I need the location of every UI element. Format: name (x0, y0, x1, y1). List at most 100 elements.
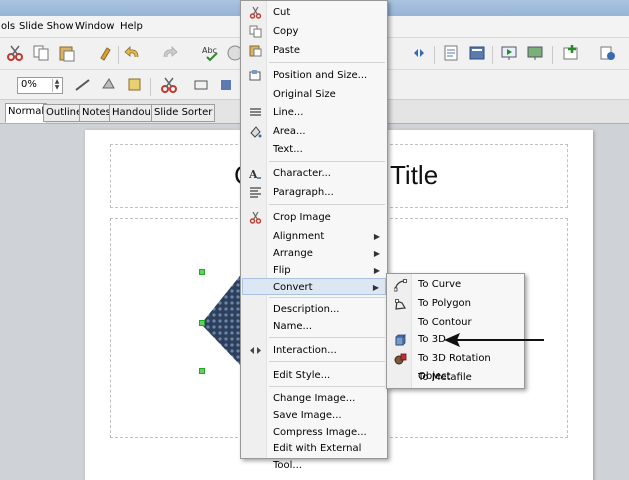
document-icon[interactable] (442, 44, 460, 62)
area-fill-icon (250, 126, 262, 138)
undo-icon[interactable] (124, 44, 142, 62)
menu-item-label: Description... (273, 304, 340, 315)
character-icon: A (249, 168, 261, 180)
crop-tool-icon[interactable] (160, 76, 178, 94)
menu-item-compress-image[interactable]: Compress Image... (242, 424, 386, 441)
menu-item-convert[interactable]: Convert ▶ (242, 278, 386, 295)
to-polygon-icon (395, 299, 406, 310)
submenu-item-to-polygon[interactable]: To Polygon (388, 295, 523, 313)
menu-item-edit-external-tool[interactable]: Edit with External Tool... (242, 440, 386, 471)
submenu-item-label: To Polygon (418, 298, 471, 309)
submenu-arrow-icon: ▶ (373, 249, 380, 258)
to-3d-icon (395, 334, 406, 346)
menu-item-label: Edit with External Tool... (273, 443, 362, 471)
interaction-icon (250, 347, 261, 354)
copy-icon[interactable] (32, 44, 50, 62)
submenu-item-to-metafile[interactable]: To Metafile (388, 369, 523, 387)
menu-item-label: Area... (273, 126, 306, 137)
paragraph-icon (250, 187, 261, 198)
paste-icon[interactable] (58, 44, 76, 62)
align-icon[interactable] (218, 76, 236, 94)
menu-item-character[interactable]: A Character... (242, 165, 386, 182)
submenu-arrow-icon: ▶ (372, 283, 379, 292)
menu-item-change-image[interactable]: Change Image... (242, 390, 386, 407)
transformations-icon[interactable] (192, 76, 210, 94)
menu-item-label: Name... (273, 321, 313, 332)
menu-item-label: Alignment (273, 231, 325, 242)
submenu-item-label: To Curve (418, 279, 462, 290)
submenu-item-to-curve[interactable]: To Curve (388, 276, 523, 294)
position-size-icon (249, 70, 261, 81)
new-slide-icon[interactable] (562, 44, 580, 62)
menu-item-description[interactable]: Description... (242, 301, 386, 318)
selection-handle-top-left[interactable] (199, 269, 205, 275)
menu-item-position-size[interactable]: Position and Size... (242, 67, 386, 84)
area-style-icon[interactable] (100, 76, 118, 94)
menu-item-text[interactable]: Text... (242, 141, 386, 158)
menu-item-label: Original Size (273, 89, 336, 100)
menu-window[interactable]: Window (75, 21, 114, 32)
menu-item-line[interactable]: Line... (242, 104, 386, 121)
start-slideshow-icon[interactable] (500, 44, 518, 62)
menu-item-label: Edit Style... (273, 370, 331, 381)
menu-item-paragraph[interactable]: Paragraph... (242, 184, 386, 201)
slide-title-right: Title (390, 160, 439, 190)
menu-item-arrange[interactable]: Arrange ▶ (242, 245, 386, 262)
svg-text:Abc: Abc (202, 46, 217, 55)
shadow-icon[interactable] (126, 76, 144, 94)
menu-item-name[interactable]: Name... (242, 318, 386, 335)
menu-item-original-size[interactable]: Original Size (242, 86, 386, 103)
menu-item-crop-image[interactable]: Crop Image (242, 209, 386, 226)
redo-icon[interactable] (160, 44, 178, 62)
selection-handle-bottom-left[interactable] (199, 368, 205, 374)
menu-item-area[interactable]: Area... (242, 123, 386, 140)
submenu-arrow-icon: ▶ (373, 266, 380, 275)
to-curve-icon (394, 279, 407, 292)
line-style-icon[interactable] (74, 76, 92, 94)
svg-text:A: A (249, 168, 258, 180)
submenu-item-to-3d-rotation[interactable]: To 3D Rotation Object (388, 350, 523, 382)
menu-slide-show[interactable]: Slide Show (19, 21, 74, 32)
line-icon (250, 108, 261, 116)
menu-item-edit-style[interactable]: Edit Style... (242, 367, 386, 384)
menu-item-paste[interactable]: Paste (242, 42, 386, 59)
presenter-icon[interactable] (526, 44, 544, 62)
submenu-arrow-icon: ▶ (373, 232, 380, 241)
scissors-icon (249, 6, 262, 19)
to-3d-rotation-icon (394, 353, 407, 365)
menu-item-cut[interactable]: Cut (242, 4, 386, 21)
submenu-item-label: To Metafile (418, 372, 472, 383)
menu-tools[interactable]: ols (1, 21, 15, 32)
link-icon[interactable] (410, 44, 428, 62)
menu-item-label: Position and Size... (273, 70, 368, 81)
zoom-field[interactable]: 0% ▲ ▼ (17, 77, 63, 94)
menu-item-label: Paste (273, 45, 300, 56)
menu-item-alignment[interactable]: Alignment ▶ (242, 228, 386, 245)
menu-item-interaction[interactable]: Interaction... (242, 342, 386, 359)
tab-normal[interactable]: Normal (5, 103, 48, 123)
spellcheck-icon[interactable]: Abc (202, 44, 220, 62)
menu-item-label: Arrange (273, 248, 313, 259)
paste-icon (249, 45, 262, 57)
context-menu: Cut Copy Paste Position and Size... Orig… (240, 0, 388, 471)
menu-item-flip[interactable]: Flip ▶ (242, 262, 386, 279)
duplicate-slide-icon[interactable] (598, 44, 616, 62)
tab-slide-sorter[interactable]: Slide Sorter (151, 104, 216, 122)
zoom-spinner[interactable]: ▲ ▼ (52, 79, 61, 92)
selection-handle-middle-left[interactable] (199, 320, 205, 326)
menu-item-save-image[interactable]: Save Image... (242, 407, 386, 424)
slide-layout-icon[interactable] (468, 44, 486, 62)
copy-icon (249, 25, 262, 38)
menu-item-copy[interactable]: Copy (242, 23, 386, 40)
clone-formatting-icon[interactable] (98, 44, 116, 62)
zoom-value: 0% (21, 79, 37, 90)
cut-icon[interactable] (6, 44, 24, 62)
menu-item-label: Line... (273, 107, 304, 118)
menu-help[interactable]: Help (120, 21, 143, 32)
menu-item-label: Flip (273, 265, 291, 276)
menu-item-label: Crop Image (273, 212, 331, 223)
menu-item-label: Text... (273, 144, 303, 155)
menu-item-label: Change Image... (273, 393, 356, 404)
crop-icon (249, 211, 262, 224)
annotation-arrow-icon (444, 333, 544, 347)
